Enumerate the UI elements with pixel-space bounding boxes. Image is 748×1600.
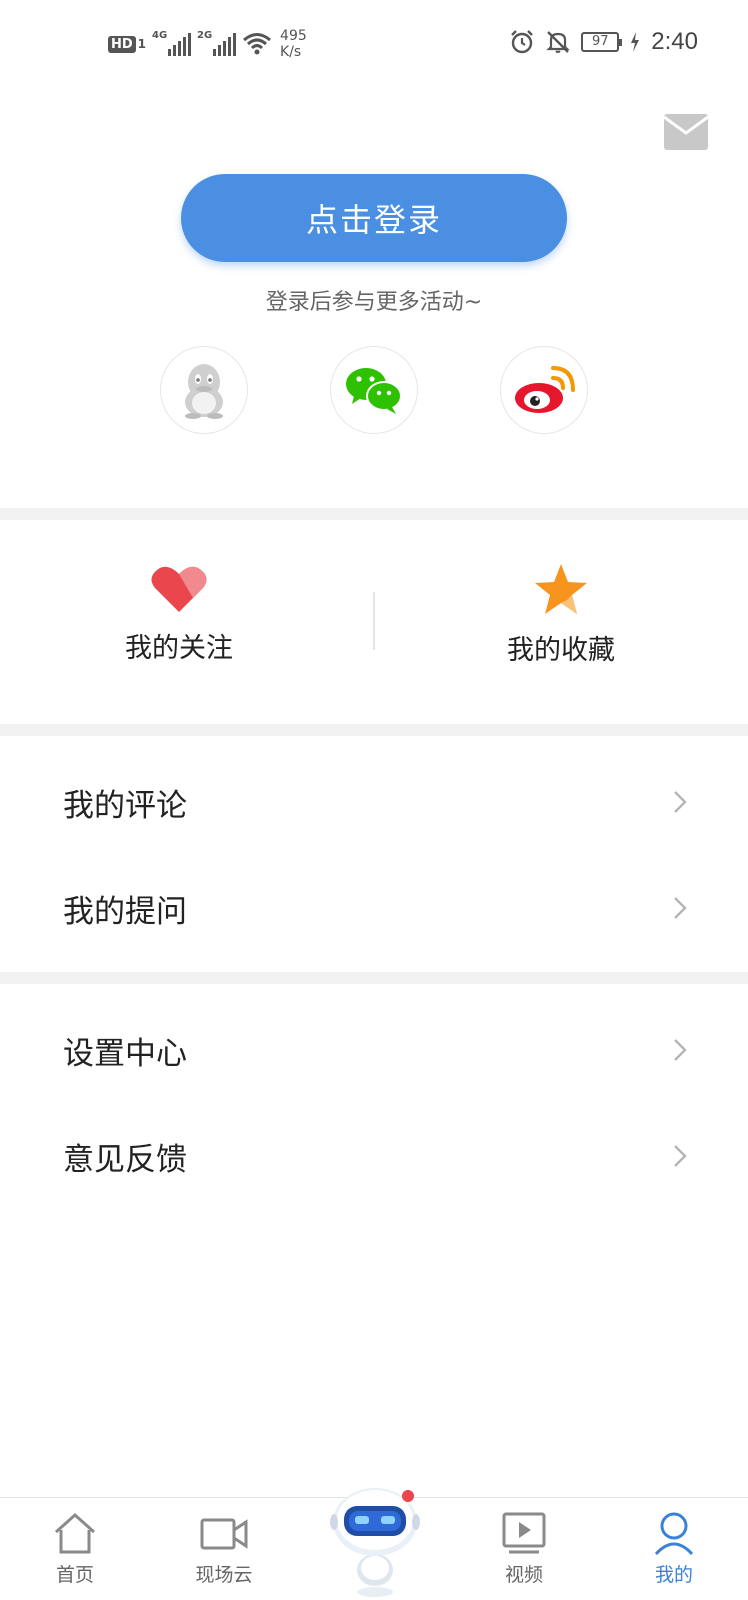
alarm-icon [511, 30, 534, 54]
signal-icon-sim1: 4G [152, 30, 192, 56]
menu-item-feedback[interactable]: 意见反馈 [0, 1103, 748, 1209]
tab-video[interactable]: 视频 [464, 1498, 584, 1600]
menu-item-label: 意见反馈 [63, 1141, 187, 1178]
signal-icon-sim2: 2G [197, 30, 237, 56]
sim1-gen: 4G [152, 30, 168, 41]
tab-mine[interactable]: 我的 [614, 1498, 734, 1600]
home-icon [54, 1512, 96, 1554]
tab-home[interactable]: 首页 [15, 1498, 135, 1600]
chevron-right-icon [674, 1039, 687, 1061]
section-divider [0, 724, 748, 736]
wifi-icon [243, 33, 271, 55]
status-left: HD 1 4G 2G 495 K/s [108, 28, 307, 60]
tab-video-label: 视频 [504, 1564, 543, 1586]
charging-icon [631, 32, 640, 52]
menu-item-settings[interactable]: 设置中心 [0, 997, 748, 1103]
tab-live-cloud-label: 现场云 [195, 1564, 253, 1586]
user-icon [654, 1512, 694, 1556]
network-speed: 495 K/s [280, 28, 307, 60]
video-camera-icon [200, 1518, 248, 1550]
star-icon [535, 564, 587, 614]
chevron-right-icon [674, 791, 687, 813]
hd-badge: HD [108, 35, 136, 53]
speed-value: 495 [280, 28, 307, 44]
menu-item-label: 我的提问 [63, 893, 187, 930]
my-follow-button[interactable]: 我的关注 [59, 562, 299, 665]
wechat-login-button[interactable] [330, 346, 418, 434]
menu-item-my-questions[interactable]: 我的提问 [0, 855, 748, 961]
wechat-icon [346, 368, 402, 414]
chevron-right-icon [674, 1145, 687, 1167]
section-divider [0, 972, 748, 984]
tab-live-cloud[interactable]: 现场云 [164, 1498, 284, 1600]
sim2-gen: 2G [197, 30, 213, 41]
menu-item-label: 我的评论 [63, 787, 187, 824]
my-favorite-label: 我的收藏 [507, 635, 615, 666]
play-screen-icon [502, 1512, 546, 1554]
status-right: 97 2:40 [509, 28, 698, 56]
mute-bell-icon [546, 31, 570, 53]
menu-item-label: 设置中心 [63, 1035, 187, 1072]
section-divider [0, 508, 748, 520]
tab-home-label: 首页 [55, 1564, 94, 1586]
menu-item-my-comments[interactable]: 我的评论 [0, 749, 748, 855]
my-follow-label: 我的关注 [125, 633, 233, 664]
quick-actions-divider [373, 592, 375, 650]
qq-login-button[interactable] [160, 346, 248, 434]
weibo-login-button[interactable] [500, 346, 588, 434]
mail-icon[interactable] [664, 114, 708, 150]
hd-sub: 1 [137, 37, 147, 51]
login-button[interactable]: 点击登录 [181, 174, 567, 262]
speed-unit: K/s [280, 44, 302, 60]
heart-icon [151, 566, 207, 612]
status-bar: HD 1 4G 2G 495 K/s 97 2:40 [0, 0, 748, 86]
weibo-icon [515, 366, 575, 413]
login-hint: 登录后参与更多活动~ [265, 290, 483, 315]
chevron-right-icon [674, 897, 687, 919]
qq-icon [185, 364, 223, 419]
clock-time: 2:40 [651, 28, 698, 55]
robot-assistant-icon[interactable] [328, 1482, 422, 1600]
tab-mine-label: 我的 [654, 1564, 693, 1586]
my-favorite-button[interactable]: 我的收藏 [441, 562, 681, 667]
battery-indicator: 97 [581, 32, 623, 52]
